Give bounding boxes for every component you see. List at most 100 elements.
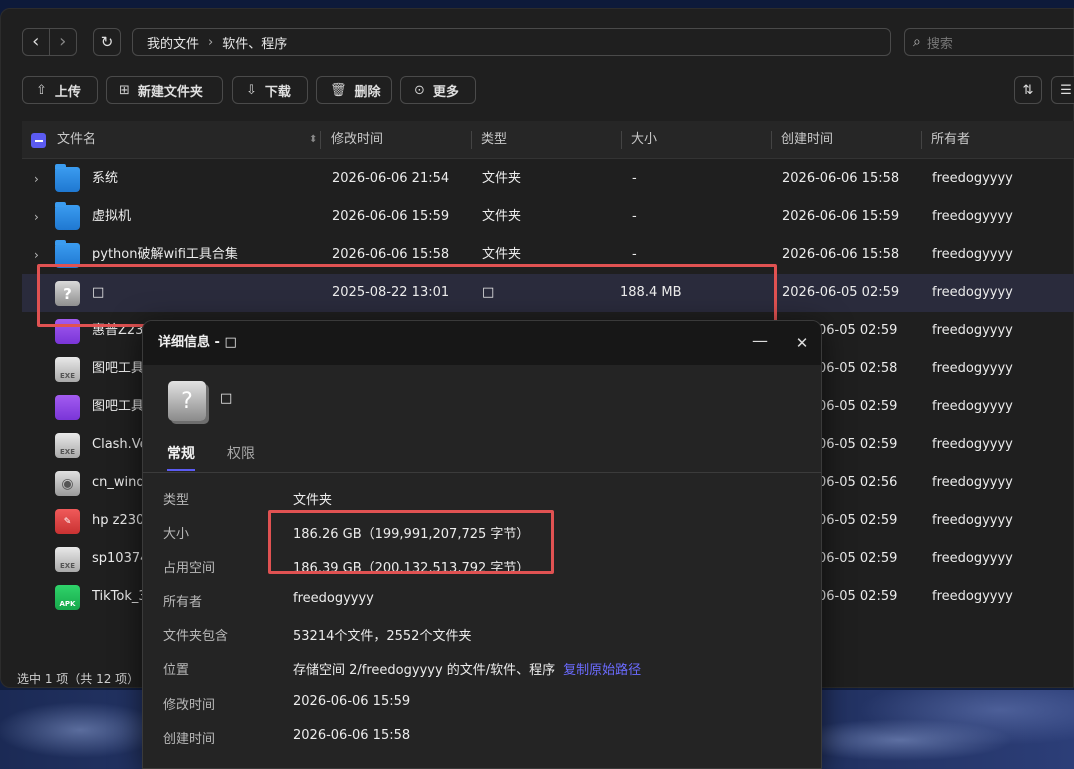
row-created: 06-05 02:59 xyxy=(818,551,898,566)
row-created: 2026-06-06 15:58 xyxy=(782,171,900,186)
chevron-right-icon[interactable]: › xyxy=(34,198,39,236)
row-modified: 2026-06-06 15:59 xyxy=(332,209,450,224)
row-owner: freedogyyyy xyxy=(932,323,1013,338)
table-row[interactable]: › 虚拟机 2026-06-06 15:59 文件夹 - 2026-06-06 … xyxy=(22,198,1074,236)
row-owner: freedogyyyy xyxy=(932,475,1013,490)
table-header: 文件名 ⬍ 修改时间 类型 大小 创建时间 所有者 xyxy=(22,121,1074,159)
unknown-file-icon: ? xyxy=(55,281,80,306)
breadcrumb: 我的文件 › 软件、程序 xyxy=(132,28,891,56)
prop-label-owner: 所有者 xyxy=(163,595,203,610)
zip-archive-icon xyxy=(55,319,80,344)
row-size: 188.4 MB xyxy=(620,285,682,300)
row-name: Clash.Ve xyxy=(92,437,148,452)
prop-value-location: 存储空间 2/freedogyyyy 的文件/软件、程序 xyxy=(293,663,556,678)
breadcrumb-root[interactable]: 我的文件 xyxy=(147,33,199,52)
header-type[interactable]: 类型 xyxy=(481,121,507,159)
breadcrumb-current[interactable]: 软件、程序 xyxy=(222,33,287,52)
prop-value-contains: 53214个文件，2552个文件夹 xyxy=(293,629,472,644)
delete-label: 删除 xyxy=(354,84,381,100)
row-created: 06-05 02:58 xyxy=(818,361,898,376)
row-name: 图吧工具 xyxy=(92,361,145,376)
header-size[interactable]: 大小 xyxy=(631,121,657,159)
forward-button[interactable]: › xyxy=(50,29,76,55)
list-view-icon: ☰ xyxy=(1060,82,1072,98)
folder-icon xyxy=(55,202,80,230)
header-name[interactable]: 文件名 xyxy=(57,121,96,159)
row-name: sp10374 xyxy=(92,551,149,566)
header-created[interactable]: 创建时间 xyxy=(781,121,833,159)
chevron-right-icon[interactable]: › xyxy=(34,236,39,274)
view-mode-button[interactable]: ☰ xyxy=(1051,76,1074,104)
apk-file-icon: APK xyxy=(55,585,80,610)
row-modified: 2026-06-06 21:54 xyxy=(332,171,450,186)
row-type: □ xyxy=(482,285,495,300)
prop-value-owner: freedogyyyy xyxy=(293,591,374,606)
select-all-checkbox[interactable] xyxy=(31,133,46,148)
search-icon: ⌕ xyxy=(913,34,921,50)
copy-path-link[interactable]: 复制原始路径 xyxy=(563,663,641,678)
chevron-right-icon: › xyxy=(208,34,214,50)
download-button[interactable]: ⇩ 下载 xyxy=(232,76,308,104)
row-type: 文件夹 xyxy=(482,171,522,186)
prop-value-type: 文件夹 xyxy=(293,493,333,508)
refresh-button[interactable]: ↻ xyxy=(93,28,121,56)
chevron-right-icon[interactable]: › xyxy=(34,160,39,198)
search-input[interactable]: ⌕ 搜索 xyxy=(904,28,1074,56)
sort-arrows-icon[interactable]: ⬍ xyxy=(309,121,317,159)
row-owner: freedogyyyy xyxy=(932,247,1013,262)
row-created: 06-05 02:59 xyxy=(818,513,898,528)
row-owner: freedogyyyy xyxy=(932,513,1013,528)
row-name: TikTok_3 xyxy=(92,589,147,604)
prop-value-created: 2026-06-06 15:58 xyxy=(293,728,411,743)
row-created: 06-05 02:59 xyxy=(818,589,898,604)
row-created: 06-05 02:59 xyxy=(818,399,898,414)
row-modified: 2026-06-06 15:58 xyxy=(332,247,450,262)
row-created: 06-05 02:56 xyxy=(818,475,898,490)
folder-icon xyxy=(55,240,80,268)
row-owner: freedogyyyy xyxy=(932,551,1013,566)
prop-label-contains: 文件夹包含 xyxy=(163,629,229,644)
exe-file-icon: EXE xyxy=(55,547,80,572)
exe-file-icon: EXE xyxy=(55,357,80,382)
prop-value-size: 186.26 GB（199,991,207,725 字节） xyxy=(293,527,530,542)
minimize-button[interactable]: — xyxy=(747,321,773,365)
disc-image-icon: ◉ xyxy=(55,471,80,496)
refresh-icon: ↻ xyxy=(100,33,114,51)
header-modified[interactable]: 修改时间 xyxy=(331,121,383,159)
upload-icon: ⇧ xyxy=(36,82,47,98)
row-created: 2026-06-06 15:58 xyxy=(782,247,900,262)
tab-general[interactable]: 常规 xyxy=(167,443,195,471)
folder-icon xyxy=(55,164,80,192)
table-row-selected[interactable]: ? □ 2025-08-22 13:01 □ 188.4 MB 2026-06-… xyxy=(22,274,1074,312)
row-type: 文件夹 xyxy=(482,209,522,224)
sort-icon: ⇅ xyxy=(1022,82,1034,98)
new-folder-button[interactable]: ⊞ 新建文件夹 xyxy=(106,76,223,104)
upload-button[interactable]: ⇧ 上传 xyxy=(22,76,98,104)
selection-status: 选中 1 项（共 12 项） xyxy=(17,672,140,686)
prop-label-modified: 修改时间 xyxy=(163,698,216,713)
header-owner[interactable]: 所有者 xyxy=(931,121,970,159)
prop-label-size: 大小 xyxy=(163,527,190,542)
tab-permissions[interactable]: 权限 xyxy=(227,443,255,471)
trash-icon: 🗑 xyxy=(330,82,347,98)
row-owner: freedogyyyy xyxy=(932,399,1013,414)
row-size: - xyxy=(632,171,637,186)
table-row[interactable]: › 系统 2026-06-06 21:54 文件夹 - 2026-06-06 1… xyxy=(22,160,1074,198)
row-name: 系统 xyxy=(92,171,119,186)
unknown-file-icon: ? xyxy=(168,381,206,421)
delete-button[interactable]: 🗑 删除 xyxy=(316,76,392,104)
row-name: 虚拟机 xyxy=(92,209,132,224)
table-row[interactable]: › python破解wifi工具合集 2026-06-06 15:58 文件夹 … xyxy=(22,236,1074,274)
back-button[interactable]: ‹ xyxy=(23,29,50,55)
row-owner: freedogyyyy xyxy=(932,437,1013,452)
details-dialog: 详细信息 - □ — ✕ ? □ 常规 权限 类型 文件夹 大小 186.26 … xyxy=(142,320,822,769)
prop-value-location-row: 存储空间 2/freedogyyyy 的文件/软件、程序 复制原始路径 xyxy=(293,659,641,678)
more-button[interactable]: ⊙ 更多 xyxy=(400,76,476,104)
row-created: 06-05 02:59 xyxy=(818,437,898,452)
dialog-title: 详细信息 - □ xyxy=(143,321,821,365)
sort-button[interactable]: ⇅ xyxy=(1014,76,1042,104)
prop-value-disk-usage: 186.39 GB（200,132,513,792 字节） xyxy=(293,561,530,576)
new-folder-label: 新建文件夹 xyxy=(137,84,203,100)
row-created: 2026-06-05 02:59 xyxy=(782,285,900,300)
close-button[interactable]: ✕ xyxy=(789,321,815,365)
